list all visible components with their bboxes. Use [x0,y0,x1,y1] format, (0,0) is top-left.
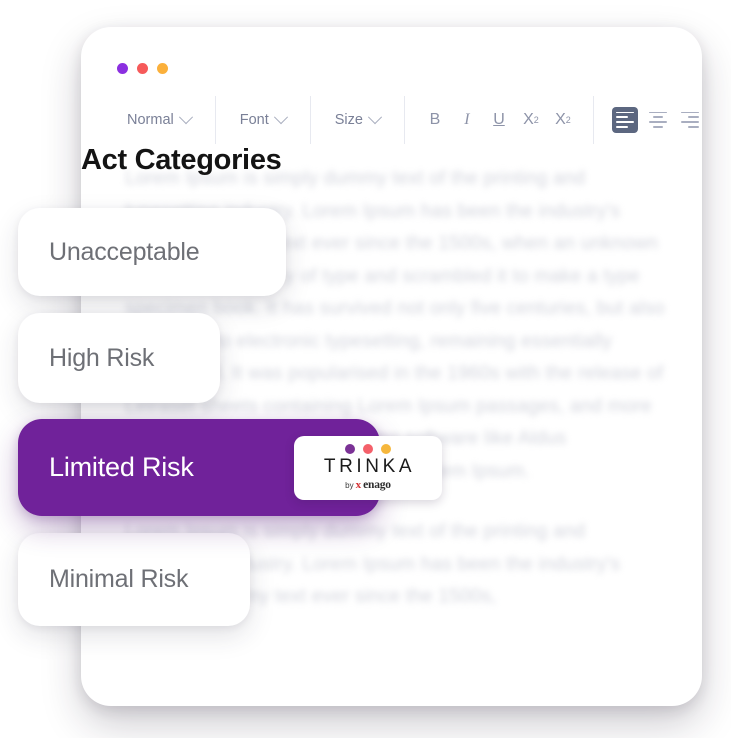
italic-icon[interactable]: I [454,107,480,133]
page-title: Act Categories [81,144,282,176]
trinka-by-label: by [345,481,354,490]
category-card-unacceptable[interactable]: Unacceptable [18,208,286,296]
bold-icon[interactable]: B [422,107,448,133]
trinka-dot-purple-icon [345,444,355,454]
category-label: Unacceptable [49,237,200,266]
size-select-label: Size [334,111,363,128]
enago-x-icon: x [355,479,362,491]
category-label: High Risk [49,343,155,372]
window-dot-red-icon[interactable] [137,63,148,74]
trinka-byline: by x enago [345,479,391,491]
chevron-down-icon [367,109,383,124]
underline-icon[interactable]: U [486,107,512,133]
subscript-icon[interactable]: X2 [518,107,544,133]
toolbar-group-font: Font [216,96,310,144]
subscript-base: X [523,110,534,128]
subscript-script: 2 [533,114,539,125]
trinka-wordmark: TRINKA [323,456,416,477]
category-card-limited-risk[interactable]: Limited Risk TRINKA by x enago [18,419,442,516]
style-select-label: Normal [127,111,174,128]
window-controls [117,63,168,74]
align-left-icon[interactable] [611,106,638,133]
toolbar-group-format: B I U X2 X2 [405,96,593,144]
enago-label: enago [363,479,391,491]
font-select[interactable]: Font [230,109,296,128]
superscript-icon[interactable]: X2 [550,107,576,133]
trinka-dot-red-icon [363,444,373,454]
superscript-script: 2 [565,114,571,125]
category-label: Limited Risk [49,452,194,482]
toolbar-group-size: Size [311,96,404,144]
size-select[interactable]: Size [325,109,390,128]
window-dot-purple-icon[interactable] [117,63,128,74]
category-label: Minimal Risk [49,565,189,593]
toolbar-group-align [594,96,702,144]
chevron-down-icon [273,109,288,124]
trinka-logo-badge: TRINKA by x enago [294,435,442,500]
font-select-label: Font [239,111,269,128]
category-card-minimal-risk[interactable]: Minimal Risk [18,533,250,626]
toolbar-group-style: Normal [103,96,215,144]
align-right-icon[interactable] [678,108,702,132]
align-center-icon[interactable] [646,108,670,132]
trinka-dots [345,444,391,454]
trinka-dot-amber-icon [381,444,391,454]
category-card-high-risk[interactable]: High Risk [18,313,220,403]
style-select[interactable]: Normal [117,109,201,128]
superscript-base: X [555,110,566,128]
window-dot-amber-icon[interactable] [157,63,168,74]
chevron-down-icon [178,109,193,124]
